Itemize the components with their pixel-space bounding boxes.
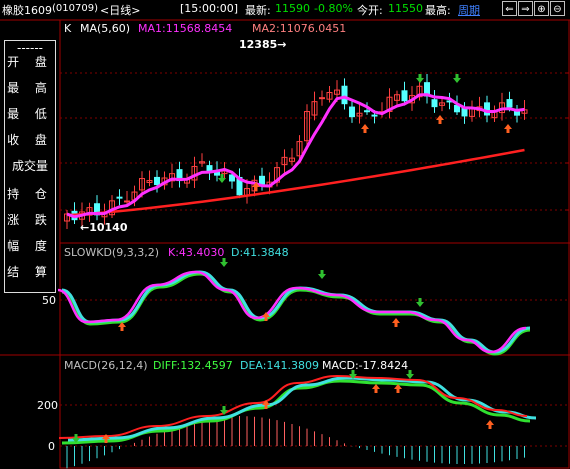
grid-lines: [60, 72, 569, 447]
sell-arrow-icon: [318, 270, 326, 279]
sell-arrow-icon: [416, 74, 424, 83]
k-label: K: [64, 22, 72, 35]
macd-lines: [58, 374, 537, 445]
candle-body: [154, 176, 160, 186]
kd-title: SLOWKD(9,3,3,2): [64, 246, 160, 259]
candle-body: [401, 90, 408, 102]
macd-title: MACD(26,12,4): [64, 359, 148, 372]
kd-d-value: D:41.3848: [231, 246, 289, 259]
buy-arrow-icon: [436, 115, 444, 124]
macd-diff-value: DIFF:132.4597: [153, 359, 233, 372]
candlestick-series: [64, 74, 528, 229]
kd-d-line: [61, 270, 531, 354]
sell-arrow-icon: [416, 298, 424, 307]
axis-ticks: [565, 72, 569, 211]
ma2-value: MA2:11076.0451: [252, 22, 347, 35]
candle-body: [319, 97, 325, 100]
chart-frame: [59, 19, 570, 469]
macd-value: MACD:-17.8424: [322, 359, 409, 372]
candle-body: [259, 175, 265, 185]
ma1-line: [66, 93, 525, 219]
candle-body: [349, 106, 355, 118]
chart-canvas[interactable]: [0, 0, 570, 469]
price-field-menu: ------ 开 盘 最 高 最 低 收 盘 成交量 持 仓 涨 跌 幅 度 结…: [4, 40, 56, 293]
macd-dea-value: DEA:141.3809: [240, 359, 319, 372]
candle-body: [116, 196, 123, 199]
candle-body: [364, 110, 370, 113]
candle-body: [124, 200, 130, 203]
macd-axis-200: 200: [37, 399, 58, 412]
candle-body: [506, 99, 513, 108]
menu-item-open[interactable]: 开 盘: [5, 51, 55, 73]
buy-arrow-icon: [372, 384, 380, 393]
candle-body: [341, 85, 348, 105]
ma2-line: [66, 148, 525, 217]
menu-item-volume[interactable]: 成交量: [5, 155, 55, 177]
candle-body: [484, 102, 490, 116]
moving-average-lines: [66, 93, 525, 219]
candle-body: [461, 108, 468, 117]
menu-item-high[interactable]: 最 高: [5, 77, 55, 99]
candle-body: [431, 99, 438, 108]
low-price-label: ←10140: [80, 221, 128, 234]
menu-item-close[interactable]: 收 盘: [5, 129, 55, 151]
buy-arrow-icon: [361, 124, 369, 133]
ma1-value: MA1:11568.8454: [138, 22, 233, 35]
menu-item-change-pct[interactable]: 幅 度: [5, 235, 55, 257]
macd-red-line: [58, 374, 528, 439]
menu-item-change[interactable]: 涨 跌: [5, 209, 55, 231]
kd-lines: [57, 270, 531, 356]
menu-item-settlement[interactable]: 结 算: [5, 261, 55, 283]
candle-body: [371, 114, 378, 117]
buy-arrow-icon: [504, 124, 512, 133]
sell-arrow-icon: [220, 258, 228, 267]
macd-histogram: [66, 416, 525, 469]
kd-axis-label: 50: [42, 294, 56, 307]
buy-arrow-icon: [392, 318, 400, 327]
kd-k-line: [57, 270, 527, 354]
buy-arrow-icon: [486, 420, 494, 429]
menu-item-low[interactable]: 最 低: [5, 103, 55, 125]
sell-arrow-icon: [453, 74, 461, 83]
macd-axis-0: 0: [48, 440, 55, 453]
kd-k-value: K:43.4030: [168, 246, 225, 259]
ma-label: MA(5,60): [80, 22, 131, 35]
peak-price-label: 12385→: [239, 38, 287, 51]
macd-diff-line: [61, 379, 531, 445]
menu-item-open-interest[interactable]: 持 仓: [5, 183, 55, 205]
